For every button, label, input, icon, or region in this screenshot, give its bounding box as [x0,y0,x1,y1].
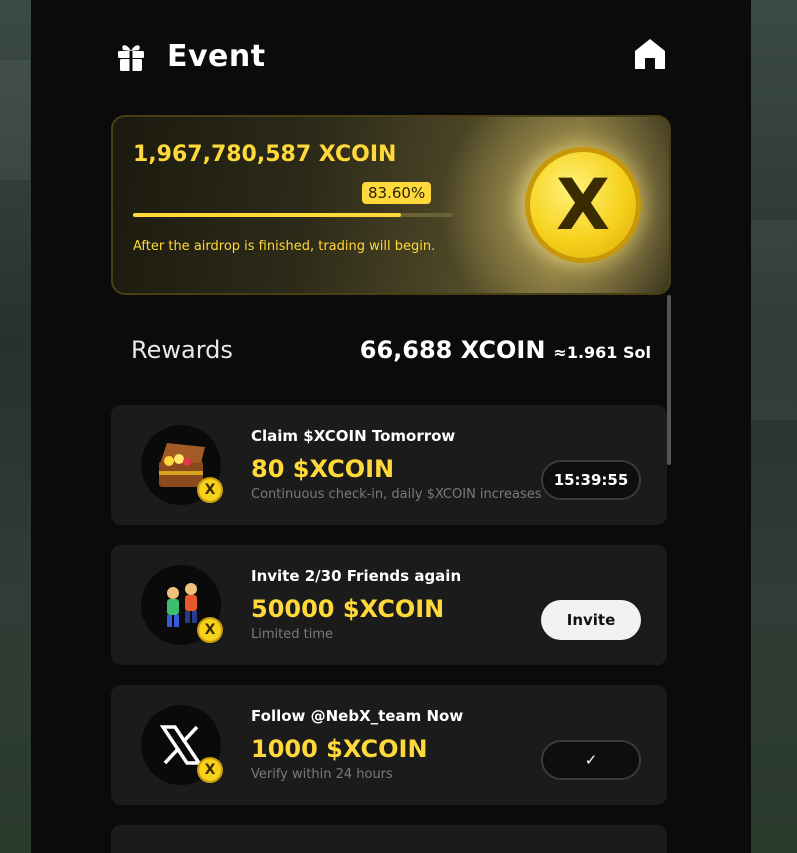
task-reward: 50000 $XCOIN [251,595,445,623]
progress-percent-badge: 83.60% [362,182,432,204]
task-title: Invite 2/30 Friends again [251,567,462,585]
task-card-checkin: X Claim $XCOIN Tomorrow 80 $XCOIN Contin… [111,405,667,525]
airdrop-total: 1,967,780,587 XCOIN [133,142,397,167]
x-logo-icon: X [141,705,223,785]
verify-check-button[interactable]: ✓ [541,740,641,780]
task-title: Follow @NebX_team Now [251,707,464,725]
page-header: Event [115,36,266,76]
progress-fill [133,213,401,217]
airdrop-progress-bar [133,213,453,217]
background-decor [750,220,797,420]
rewards-total: 66,688 XCOIN ≈1.961 Sol [360,336,651,364]
home-icon[interactable] [633,36,667,72]
task-card-follow: X Follow @NebX_team Now 1000 $XCOIN Veri… [111,685,667,805]
rewards-label: Rewards [131,336,233,364]
xcoin-badge-icon: X [197,757,223,783]
rewards-sol-approx: ≈1.961 Sol [553,343,651,362]
airdrop-banner: X 1,967,780,587 XCOIN 83.60% After the a… [111,115,671,295]
page-title: Event [167,38,266,74]
task-reward: 80 $XCOIN [251,455,395,483]
xcoin-icon: X [525,147,641,263]
treasure-chest-icon: X [141,425,223,505]
task-subtitle: Continuous check-in, daily $XCOIN increa… [251,487,542,502]
task-title: Claim $XCOIN Tomorrow [251,427,456,445]
countdown-button[interactable]: 15:39:55 [541,460,641,500]
task-card-invite: X Invite 2/30 Friends again 50000 $XCOIN… [111,545,667,665]
xcoin-badge-icon: X [197,477,223,503]
friends-icon: X [141,565,223,645]
scrollbar[interactable] [667,295,671,465]
rewards-amount: 66,688 XCOIN [359,336,546,364]
task-card-next [111,825,667,853]
task-reward: 1000 $XCOIN [251,735,428,763]
background-decor [0,60,30,180]
airdrop-note: After the airdrop is finished, trading w… [133,239,436,254]
invite-button[interactable]: Invite [541,600,641,640]
event-panel: Event X 1,967,780,587 XCOIN 83.60% After… [31,0,751,853]
task-subtitle: Verify within 24 hours [251,767,393,782]
gift-icon [118,45,144,71]
xcoin-badge-icon: X [197,617,223,643]
task-subtitle: Limited time [251,627,333,642]
